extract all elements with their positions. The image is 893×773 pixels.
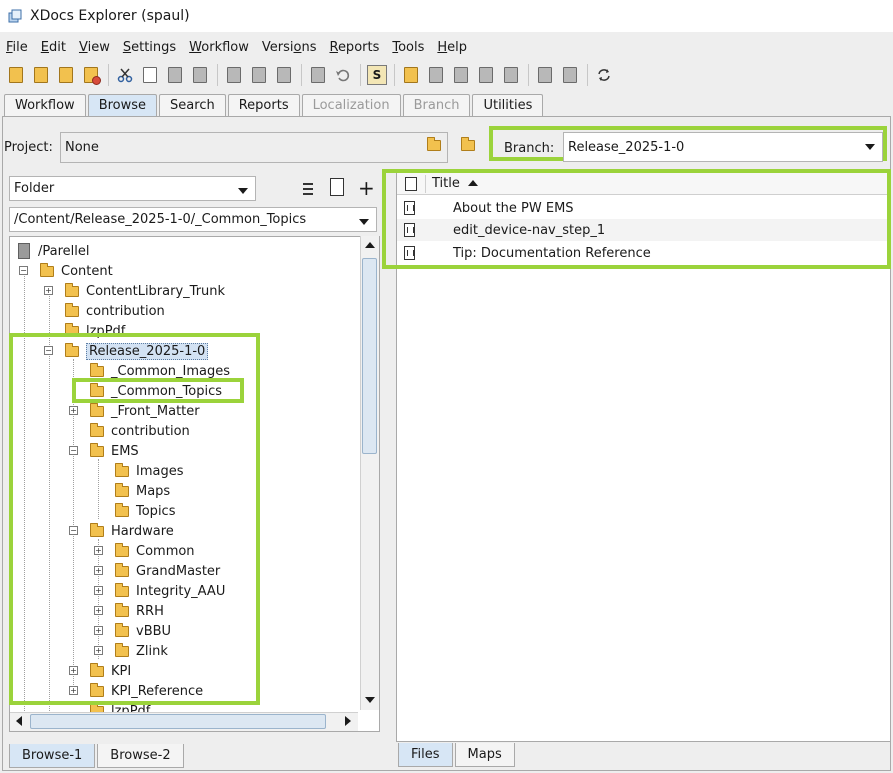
group-settings-icon[interactable] (559, 64, 581, 86)
tab-utilities[interactable]: Utilities (472, 94, 544, 116)
menu-workflow[interactable]: Workflow (189, 40, 249, 55)
branch-label: Branch: (504, 141, 555, 156)
menu-reports[interactable]: Reports (329, 40, 379, 55)
tab-files[interactable]: Files (398, 743, 453, 767)
menu-bar: File Edit View Settings Workflow Version… (0, 36, 893, 58)
check-out-icon[interactable] (400, 64, 422, 86)
tree-node-contentlibrary-trunk[interactable]: ContentLibrary_Trunk (65, 281, 225, 301)
path-value: /Content/Release_2025-1-0/_Common_Topics (14, 212, 307, 227)
tab-workflow[interactable]: Workflow (4, 94, 86, 116)
tab-browse-1[interactable]: Browse-1 (9, 744, 96, 768)
refresh-icon[interactable] (593, 64, 615, 86)
scroll-right-icon[interactable] (345, 716, 351, 726)
scroll-up-icon[interactable] (365, 242, 375, 248)
expand-icon[interactable]: + (44, 286, 53, 295)
delete-folder-icon[interactable] (80, 64, 102, 86)
folder-view-value: Folder (14, 181, 55, 196)
chevron-down-icon (359, 219, 369, 225)
tab-browse-2[interactable]: Browse-2 (97, 744, 184, 768)
tree-node-content[interactable]: Content (40, 261, 113, 281)
tree-horizontal-scroll-thumb[interactable] (30, 714, 326, 729)
open-project-icon[interactable] (427, 137, 441, 151)
preview-icon[interactable] (248, 64, 270, 86)
outdent-icon[interactable] (273, 64, 295, 86)
tree-vertical-scroll-thumb[interactable] (362, 258, 377, 454)
list-view-icon[interactable] (298, 180, 314, 196)
add-icon[interactable]: + (358, 178, 375, 198)
project-label: Project: (4, 140, 53, 155)
clear-project-icon[interactable] (461, 137, 475, 151)
import-icon[interactable] (55, 64, 77, 86)
server-icon (18, 243, 30, 259)
collapse-icon[interactable]: − (19, 266, 28, 275)
toolbar-separator (587, 64, 588, 86)
scroll-left-icon[interactable] (16, 716, 22, 726)
menu-view[interactable]: View (79, 40, 110, 55)
menu-help[interactable]: Help (437, 40, 467, 55)
toolbar: S (0, 60, 893, 90)
s-toggle-icon[interactable]: S (366, 64, 388, 86)
move-right-icon[interactable] (450, 64, 472, 86)
chevron-down-icon (238, 188, 248, 194)
branch-select[interactable]: Release_2025-1-0 (563, 132, 883, 162)
menu-edit[interactable]: Edit (41, 40, 66, 55)
app-icon (8, 9, 22, 23)
tab-maps[interactable]: Maps (454, 743, 515, 767)
move-up-icon[interactable] (500, 64, 522, 86)
folder-open-icon (40, 262, 54, 277)
toolbar-separator (301, 64, 302, 86)
common-topics-highlight (72, 378, 244, 403)
document-icon[interactable] (307, 64, 329, 86)
tab-reports[interactable]: Reports (227, 94, 300, 116)
toolbar-separator (360, 64, 361, 86)
cut-icon[interactable] (114, 64, 136, 86)
group-icon[interactable] (534, 64, 556, 86)
tree-node-root[interactable]: /Parellel (18, 241, 90, 261)
menu-file[interactable]: File (6, 40, 28, 55)
undo-icon[interactable] (332, 64, 354, 86)
check-in-icon[interactable] (425, 64, 447, 86)
menu-tools[interactable]: Tools (392, 40, 424, 55)
new-folder-icon[interactable] (5, 64, 27, 86)
tab-branch[interactable]: Branch (402, 94, 471, 116)
move-left-icon[interactable] (475, 64, 497, 86)
menu-settings[interactable]: Settings (123, 40, 176, 55)
path-select[interactable]: /Content/Release_2025-1-0/_Common_Topics (9, 207, 377, 232)
files-tabs: Files Maps (398, 743, 517, 767)
paste-icon[interactable] (164, 64, 186, 86)
tree-node-contribution[interactable]: contribution (65, 301, 165, 321)
tab-search[interactable]: Search (159, 94, 226, 116)
branch-value: Release_2025-1-0 (568, 139, 685, 155)
toolbar-separator (394, 64, 395, 86)
window-title: XDocs Explorer (spaul) (30, 8, 190, 24)
folder-icon (65, 302, 79, 317)
project-field[interactable]: None (60, 132, 448, 163)
toolbar-separator (108, 64, 109, 86)
toolbar-separator (528, 64, 529, 86)
chevron-down-icon (865, 144, 875, 150)
title-bar: XDocs Explorer (spaul) (0, 0, 893, 32)
main-tabs: Workflow Browse Search Reports Localizat… (4, 94, 545, 116)
toolbar-separator (217, 64, 218, 86)
folder-view-select[interactable]: Folder (9, 176, 256, 201)
tab-browse[interactable]: Browse (87, 94, 158, 116)
menu-versions[interactable]: Versions (262, 40, 317, 55)
project-value: None (65, 140, 99, 155)
add-item-icon[interactable] (30, 64, 52, 86)
tab-localization[interactable]: Localization (301, 94, 401, 116)
folder-icon (65, 282, 79, 297)
copy-icon[interactable] (139, 64, 161, 86)
properties-icon[interactable] (223, 64, 245, 86)
browse-tabs: Browse-1 Browse-2 (9, 744, 186, 768)
files-highlight (382, 169, 891, 269)
paste-special-icon[interactable] (189, 64, 211, 86)
page-view-icon[interactable] (330, 178, 344, 196)
scroll-down-icon[interactable] (365, 697, 375, 703)
